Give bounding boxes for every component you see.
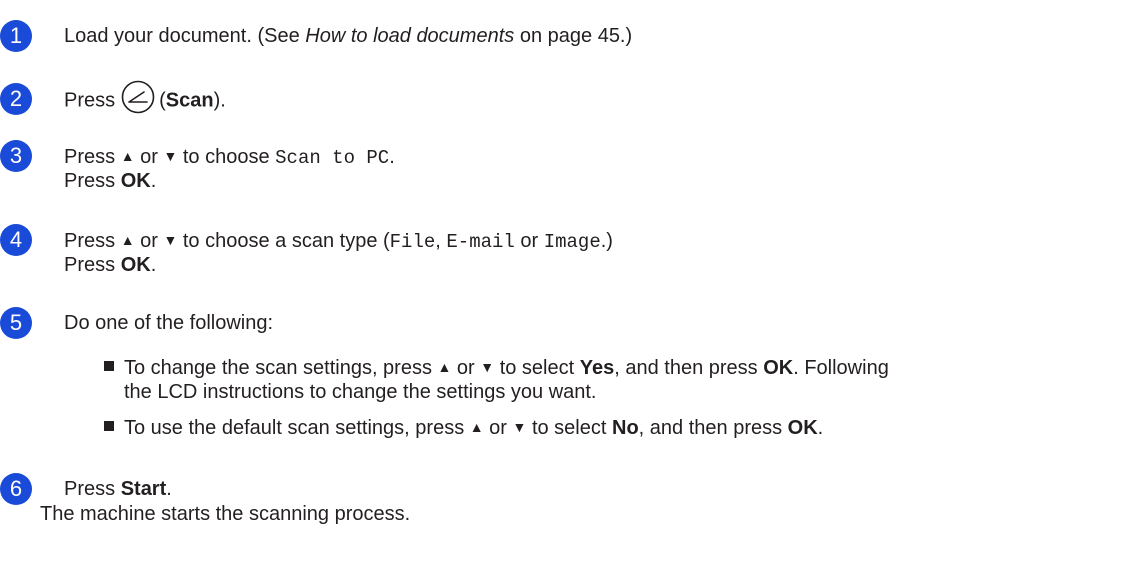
step-5-intro: Do one of the following: <box>64 312 274 334</box>
step-number-badge: 6 <box>0 473 32 505</box>
step-5-bullet-1-line-1: To change the scan settings, press ▲ or … <box>124 357 889 379</box>
step-3-line-1: Press ▲ or ▼ to choose Scan to PC. <box>64 146 395 169</box>
up-arrow-icon: ▲ <box>437 359 452 375</box>
step-number-badge: 3 <box>0 140 32 172</box>
scan-type-image: Image <box>543 231 601 253</box>
up-arrow-icon: ▲ <box>120 148 135 164</box>
up-arrow-icon: ▲ <box>120 232 135 248</box>
step-4-line-1: Press ▲ or ▼ to choose a scan type (File… <box>64 230 613 253</box>
down-arrow-icon: ▼ <box>512 419 527 435</box>
step-5-bullet-2: To use the default scan settings, press … <box>124 417 824 439</box>
step-number-badge: 2 <box>0 83 32 115</box>
link-how-to-load-documents[interactable]: How to load documents <box>305 25 514 47</box>
square-bullet-icon <box>104 361 114 371</box>
down-arrow-icon: ▼ <box>163 232 178 248</box>
step-4-line-2: Press OK. <box>64 254 157 276</box>
down-arrow-icon: ▼ <box>480 359 495 375</box>
step-5-bullet-1-line-2: the LCD instructions to change the setti… <box>124 381 597 403</box>
step-1-text: Load your document. (See How to load doc… <box>64 25 633 47</box>
scan-type-file: File <box>389 231 436 253</box>
step-number-badge: 1 <box>0 20 32 52</box>
step-2-text: Press (Scan). <box>64 80 226 115</box>
down-arrow-icon: ▼ <box>163 148 178 164</box>
square-bullet-icon <box>104 421 114 431</box>
step-6-line-1: Press Start. <box>64 478 172 500</box>
step-6-line-2: The machine starts the scanning process. <box>40 503 411 525</box>
up-arrow-icon: ▲ <box>469 419 484 435</box>
step-number-badge: 5 <box>0 307 32 339</box>
step-3-line-2: Press OK. <box>64 170 157 192</box>
step-number-badge: 4 <box>0 224 32 256</box>
scan-button-icon <box>121 80 155 114</box>
scan-type-email: E-mail <box>446 231 515 253</box>
menu-option-scan-to-pc: Scan to PC <box>275 147 390 169</box>
